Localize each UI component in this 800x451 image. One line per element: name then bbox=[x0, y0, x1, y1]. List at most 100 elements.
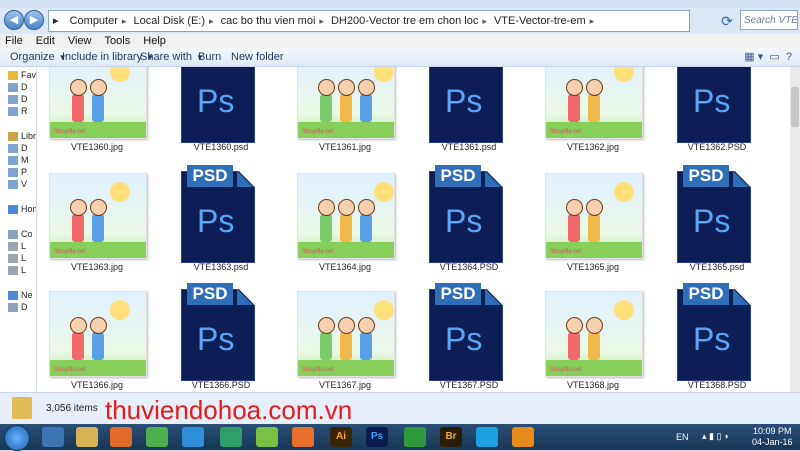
clock-time: 10:09 PM bbox=[753, 426, 792, 436]
menu-edit[interactable]: Edit bbox=[31, 34, 60, 48]
thumbnail-sun bbox=[110, 300, 130, 320]
back-icon[interactable]: ◀ bbox=[4, 10, 24, 30]
clock[interactable]: 10:09 PM 04-Jan-16 bbox=[752, 426, 793, 448]
nav-item[interactable]: D bbox=[8, 94, 28, 105]
refresh-icon[interactable]: ⟳ bbox=[718, 12, 736, 30]
breadcrumb-vte[interactable]: VTE-Vector-tre-em bbox=[490, 11, 590, 31]
taskbar-app-b-icon[interactable] bbox=[256, 427, 278, 447]
file-item[interactable]: Shopfile.net VTE1363.jpg bbox=[37, 159, 157, 275]
menu-view[interactable]: View bbox=[63, 34, 97, 48]
psd-icon-fold bbox=[485, 171, 501, 187]
taskbar-folder-icon[interactable] bbox=[76, 427, 98, 447]
file-item[interactable]: Shopfile.net VTE1360.jpg bbox=[37, 67, 157, 155]
file-item[interactable]: PSD Ps VTE1363.psd bbox=[161, 159, 281, 275]
nav-item[interactable]: L bbox=[8, 241, 26, 252]
thumbnail-child bbox=[338, 317, 355, 360]
thumbnail-child bbox=[358, 317, 375, 360]
taskbar-explorer-icon[interactable] bbox=[42, 427, 64, 447]
thumbnail-watermark: Shopfile.net bbox=[54, 249, 86, 255]
nav-item-icon bbox=[8, 95, 18, 105]
nav-item[interactable]: D bbox=[8, 143, 28, 154]
ps-glyph: Ps bbox=[445, 83, 483, 119]
taskbar-ie-icon[interactable] bbox=[182, 427, 204, 447]
nav-item-label: Libr bbox=[21, 131, 37, 141]
file-item[interactable]: PSD Ps VTE1368.PSD bbox=[657, 277, 777, 392]
menu-file[interactable]: File bbox=[0, 34, 28, 48]
file-item[interactable]: PSDPsVTE1361.psd bbox=[409, 67, 529, 155]
taskbar-app-d-icon[interactable] bbox=[512, 427, 534, 447]
scrollbar-thumb[interactable] bbox=[791, 87, 799, 127]
breadcrumb-library-folder[interactable]: cac bo thu vien moi bbox=[217, 11, 320, 31]
taskbar-br-icon[interactable]: Br bbox=[440, 427, 462, 447]
thumbnail-watermark: Shopfile.net bbox=[550, 129, 582, 135]
nav-item[interactable]: R bbox=[8, 106, 28, 117]
file-item[interactable]: Shopfile.net VTE1368.jpg bbox=[533, 277, 653, 392]
new-folder-button[interactable]: New folder bbox=[231, 50, 284, 64]
taskbar-skype-icon[interactable] bbox=[476, 427, 498, 447]
nav-item[interactable]: P bbox=[8, 167, 27, 178]
nav-item[interactable]: Co bbox=[8, 229, 33, 240]
clock-date: 04-Jan-16 bbox=[752, 437, 793, 447]
file-item[interactable]: Shopfile.net VTE1364.jpg bbox=[285, 159, 405, 275]
taskbar-ps-icon[interactable]: Ps bbox=[366, 427, 388, 447]
burn-button[interactable]: Burn bbox=[198, 50, 221, 64]
file-item[interactable]: Shopfile.net VTE1366.jpg bbox=[37, 277, 157, 392]
file-item[interactable]: Shopfile.net VTE1367.jpg bbox=[285, 277, 405, 392]
forward-icon[interactable]: ▶ bbox=[24, 10, 44, 30]
thumbnail-watermark: Shopfile.net bbox=[550, 367, 582, 373]
nav-item[interactable]: Ne bbox=[8, 290, 33, 301]
vertical-scrollbar[interactable] bbox=[790, 67, 800, 392]
nav-item-icon bbox=[8, 168, 18, 178]
search-input[interactable]: Search VTE-... bbox=[740, 10, 798, 30]
nav-item[interactable]: L bbox=[8, 253, 26, 264]
language-indicator[interactable]: EN bbox=[676, 432, 689, 442]
taskbar-media-player-icon[interactable] bbox=[110, 427, 132, 447]
nav-item[interactable]: Hom bbox=[8, 204, 36, 215]
psd-icon-fold bbox=[237, 289, 253, 305]
breadcrumb-computer[interactable]: Computer bbox=[66, 11, 122, 31]
address-bar[interactable]: ▸ Computer ▸ Local Disk (E:) ▸ cac bo thu … bbox=[48, 10, 690, 32]
nav-item[interactable]: Libr bbox=[8, 131, 37, 142]
taskbar-firefox-icon[interactable] bbox=[292, 427, 314, 447]
thumbnail-sun bbox=[374, 67, 394, 82]
file-name: VTE1367.jpg bbox=[318, 380, 372, 390]
start-button[interactable] bbox=[4, 425, 30, 451]
file-item[interactable]: Shopfile.net VTE1365.jpg bbox=[533, 159, 653, 275]
nav-item-label: D bbox=[21, 94, 28, 104]
thumbnail-sun bbox=[374, 300, 394, 320]
nav-item[interactable]: Fav bbox=[8, 70, 36, 81]
taskbar-app-a-icon[interactable] bbox=[220, 427, 242, 447]
share-with-button[interactable]: Share with ▼ bbox=[140, 50, 204, 65]
file-item[interactable]: PSD Ps VTE1367.PSD bbox=[409, 277, 529, 392]
breadcrumb-local-disk[interactable]: Local Disk (E:) bbox=[129, 11, 209, 31]
file-item[interactable]: PSDPsVTE1360.psd bbox=[161, 67, 281, 155]
taskbar-chrome-icon[interactable] bbox=[146, 427, 168, 447]
nav-item-label: M bbox=[21, 155, 29, 165]
file-name: VTE1368.PSD bbox=[687, 380, 747, 390]
menu-tools[interactable]: Tools bbox=[100, 34, 136, 48]
tray-icons[interactable]: ▴ ▮ ▯ ◗ bbox=[702, 431, 729, 442]
thumbnail-sun bbox=[374, 182, 394, 202]
file-item[interactable]: Shopfile.net VTE1361.jpg bbox=[285, 67, 405, 155]
taskbar-app-c-icon[interactable] bbox=[404, 427, 426, 447]
taskbar-ai-icon[interactable]: Ai bbox=[330, 427, 352, 447]
file-item[interactable]: PSD Ps VTE1365.psd bbox=[657, 159, 777, 275]
nav-item[interactable]: M bbox=[8, 155, 29, 166]
nav-item[interactable]: L bbox=[8, 265, 26, 276]
psd-icon-fold bbox=[237, 171, 253, 187]
file-item[interactable]: PSDPsVTE1362.PSD bbox=[657, 67, 777, 155]
thumbnail-child bbox=[358, 199, 375, 242]
ps-glyph: Ps bbox=[445, 321, 483, 357]
file-item[interactable]: Shopfile.net VTE1362.jpg bbox=[533, 67, 653, 155]
file-item[interactable]: PSD Ps VTE1366.PSD bbox=[161, 277, 281, 392]
menu-help[interactable]: Help bbox=[138, 34, 171, 48]
nav-item[interactable]: V bbox=[8, 179, 27, 190]
nav-item[interactable]: D bbox=[8, 82, 28, 93]
file-item[interactable]: PSD Ps VTE1364.PSD bbox=[409, 159, 529, 275]
photoshop-file-icon: PSD Ps bbox=[429, 283, 509, 381]
nav-item-label: R bbox=[21, 106, 28, 116]
view-options-icon[interactable]: ▦ ▾ ▭ ? bbox=[744, 50, 792, 63]
breadcrumb-dh200[interactable]: DH200-Vector tre em chon loc bbox=[327, 11, 482, 31]
organize-button[interactable]: Organize ▼ bbox=[10, 50, 67, 65]
nav-item[interactable]: D bbox=[8, 302, 28, 313]
